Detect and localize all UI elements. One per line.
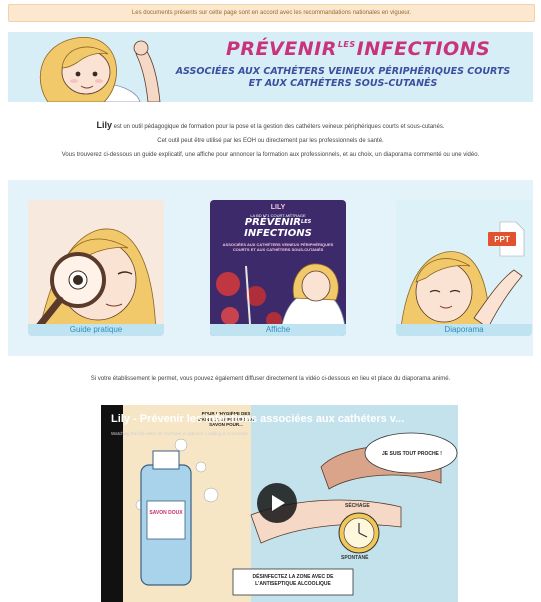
intro-line-3: Vous trouverez ci-dessous un guide expli…: [61, 152, 480, 158]
magnifier-girl-illustration: [28, 200, 164, 336]
video-caption: Si votre établissement le permet, vous p…: [90, 376, 451, 382]
bubble-2-text: JE SUIS TOUT PROCHE !: [382, 451, 442, 457]
poster-title: PRÉVENIRLES INFECTIONS: [210, 217, 346, 239]
card-guide-pratique[interactable]: Guide pratique: [28, 200, 164, 336]
poster-word-prevenir: PRÉVENIR: [244, 217, 302, 228]
poster-lily: LILY: [270, 204, 286, 211]
intro-text: Lily est un outil pédagogique de formati…: [0, 118, 541, 162]
poster-word-infections: INFECTIONS: [244, 228, 312, 239]
video-title[interactable]: Lily - Prévenir les infections associées…: [111, 413, 404, 425]
banner-title: PRÉVENIRLESINFECTIONS: [226, 38, 490, 60]
card-label-guide: Guide pratique: [28, 324, 164, 336]
title-word-les: LES: [337, 40, 356, 49]
intro-line-2: Cet outil peut être utilisé par les EOH …: [157, 138, 384, 144]
video-watching-notice: Watching the full video on YouTube is op…: [111, 431, 250, 436]
poster-word-les: LES: [301, 219, 312, 225]
recommendations-notice: Les documents présents sur cette page so…: [8, 4, 535, 22]
poster-subtitle: ASSOCIÉES AUX CATHÉTERS VEINEUX PÉRIPHÉR…: [222, 242, 334, 252]
intro-line-1-text: est un outil pédagogique de formation po…: [111, 124, 445, 130]
card-diaporama[interactable]: PPT Diaporama: [396, 200, 532, 336]
caption-box-text: DÉSINFECTEZ LA ZONE AVEC DE L'ANTISEPTIQ…: [252, 574, 334, 587]
card-affiche[interactable]: LILY LA BD N°1 COURT-MÉTRAGE PRÉVENIRLES…: [210, 200, 346, 336]
notice-text: Les documents présents sur cette page so…: [131, 10, 412, 16]
title-word-prevenir: PRÉVENIR: [226, 38, 337, 60]
ppt-girl-illustration: [396, 200, 532, 336]
subtitle-line-2: ET AUX CATHÉTERS SOUS-CUTANÉS: [248, 78, 438, 89]
header-banner: PRÉVENIRLESINFECTIONS ASSOCIÉES AUX CATH…: [8, 32, 533, 102]
intro-line-1: Lily est un outil pédagogique de formati…: [0, 118, 541, 134]
title-word-infections: INFECTIONS: [356, 38, 491, 60]
ppt-badge-icon: PPT: [494, 235, 510, 244]
play-button-icon[interactable]: [257, 483, 297, 523]
sechage-text: SÉCHAGE: [345, 503, 370, 509]
card-label-diaporama: Diaporama: [396, 324, 532, 336]
card-label-affiche: Affiche: [210, 324, 346, 336]
video-player[interactable]: POUR L'HYGIÈNE DES MAINS, J'AI RECOURS A…: [101, 405, 458, 602]
subtitle-line-1: ASSOCIÉES AUX CATHÉTERS VEINEUX PÉRIPHÉR…: [175, 66, 511, 77]
bottle-label: SAVON DOUX: [149, 510, 183, 516]
nurse-illustration: [39, 37, 161, 102]
lily-name: Lily: [96, 120, 112, 130]
spontane-text: SPONTANÉ: [341, 555, 369, 561]
banner-subtitle: ASSOCIÉES AUX CATHÉTERS VEINEUX PÉRIPHÉR…: [168, 66, 518, 90]
poster-title-line-1: PRÉVENIRLES: [210, 217, 346, 228]
